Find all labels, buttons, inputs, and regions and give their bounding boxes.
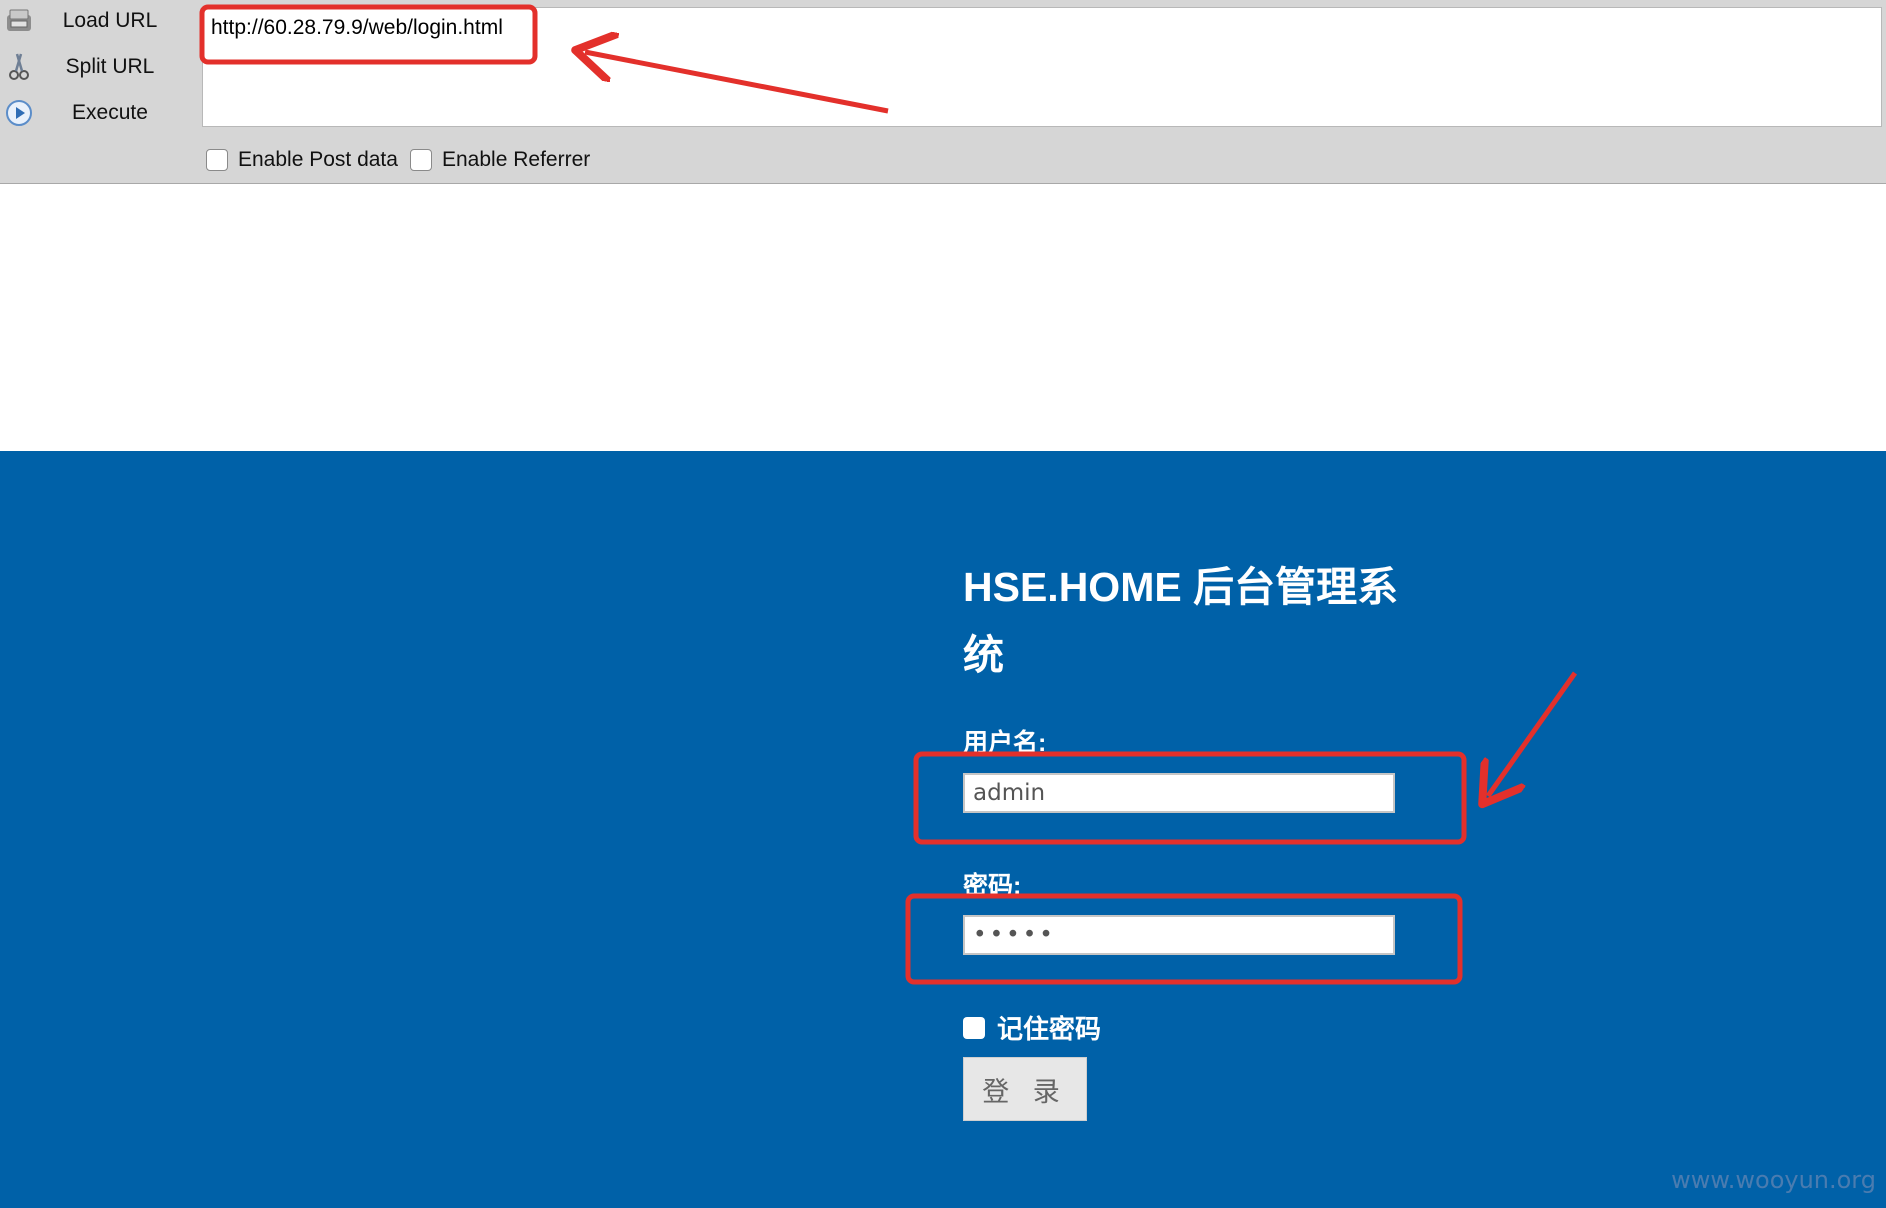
checkbox-box[interactable] — [410, 149, 432, 171]
load-url-icon — [7, 9, 31, 31]
play-icon — [6, 100, 32, 126]
page-title: HSE.HOME 后台管理系统 — [963, 564, 1399, 678]
execute-label: Execute — [72, 101, 148, 124]
enable-post-data-label: Enable Post data — [238, 148, 398, 171]
checkbox-box[interactable] — [206, 149, 228, 171]
execute-button[interactable]: Execute — [0, 92, 200, 134]
split-url-button[interactable]: Split URL — [0, 46, 200, 88]
watermark: www.wooyun.org — [1671, 1166, 1876, 1194]
scissors-icon — [9, 53, 29, 80]
enable-referrer-label: Enable Referrer — [442, 148, 591, 171]
split-url-label: Split URL — [65, 55, 155, 78]
login-button[interactable]: 登 录 — [963, 1057, 1087, 1121]
url-value: http://60.28.79.9/web/login.html — [211, 16, 503, 39]
username-input[interactable]: admin — [963, 773, 1395, 813]
password-input[interactable]: ••••• — [963, 915, 1395, 955]
login-page-background — [0, 451, 1886, 1208]
url-textarea[interactable]: http://60.28.79.9/web/login.html — [202, 7, 1882, 127]
hackbar-toolbar: Load URL Split URL Execute http://60.28.… — [0, 0, 1886, 184]
remember-password-label: 记住密码 — [997, 1014, 1102, 1044]
load-url-button[interactable]: Load URL — [0, 0, 200, 42]
checkbox-box[interactable] — [963, 1016, 985, 1039]
username-label: 用户名: — [963, 729, 1047, 757]
remember-password-checkbox[interactable]: 记住密码 — [963, 1009, 1101, 1046]
load-url-label: Load URL — [62, 9, 158, 32]
password-label: 密码: — [963, 872, 1022, 900]
enable-referrer-checkbox[interactable]: Enable Referrer — [410, 148, 590, 172]
enable-post-data-checkbox[interactable]: Enable Post data — [206, 148, 398, 172]
